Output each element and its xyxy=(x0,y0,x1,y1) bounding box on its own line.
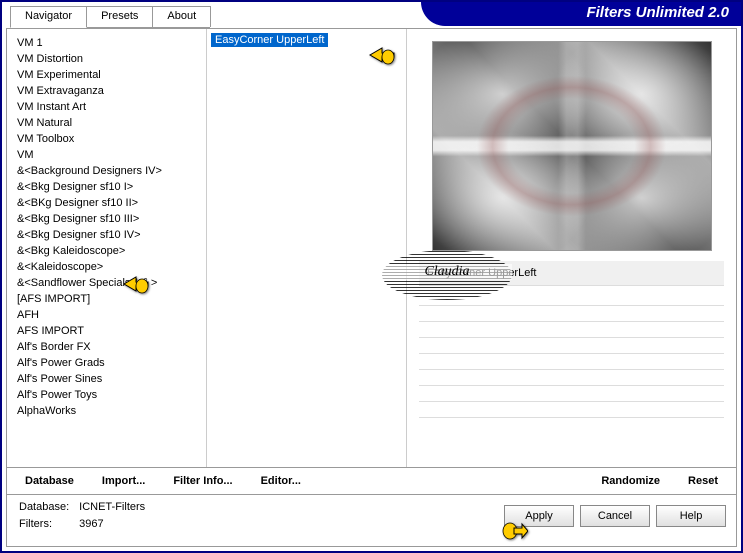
navigator-item[interactable]: &<Bkg Designer sf10 IV> xyxy=(9,227,204,243)
cancel-button[interactable]: Cancel xyxy=(580,505,650,527)
navigator-item[interactable]: &<BKg Designer sf10 II> xyxy=(9,195,204,211)
db-value: ICNET-Filters xyxy=(79,500,145,515)
param-row xyxy=(419,338,724,354)
navigator-item[interactable]: VM Instant Art xyxy=(9,99,204,115)
param-row xyxy=(419,322,724,338)
param-row xyxy=(419,354,724,370)
import-button[interactable]: Import... xyxy=(92,471,155,491)
filter-item[interactable]: EasyCorner UpperLeft xyxy=(211,33,328,47)
preview-image xyxy=(432,41,712,251)
navigator-item[interactable]: Alf's Power Grads xyxy=(9,355,204,371)
navigator-item[interactable]: AFS IMPORT xyxy=(9,323,204,339)
navigator-item[interactable]: VM Experimental xyxy=(9,67,204,83)
tab-navigator[interactable]: Navigator xyxy=(10,6,87,28)
reset-button[interactable]: Reset xyxy=(678,471,728,491)
navigator-list[interactable]: VM 1VM DistortionVM ExperimentalVM Extra… xyxy=(7,29,207,467)
filters-label: Filters: xyxy=(19,517,77,532)
navigator-item[interactable]: &<Sandflower Specials °v° > xyxy=(9,275,204,291)
navigator-item[interactable]: VM Natural xyxy=(9,115,204,131)
database-button[interactable]: Database xyxy=(15,471,84,491)
navigator-item[interactable]: VM Extravaganza xyxy=(9,83,204,99)
navigator-item[interactable]: Alf's Power Sines xyxy=(9,371,204,387)
param-row xyxy=(419,402,724,418)
db-label: Database: xyxy=(19,500,77,515)
content-area: VM 1VM DistortionVM ExperimentalVM Extra… xyxy=(6,28,737,547)
param-row xyxy=(419,386,724,402)
footer: Database:ICNET-Filters Filters:3967 Appl… xyxy=(7,495,736,537)
tab-bar: NavigatorPresetsAbout xyxy=(10,6,210,28)
navigator-item[interactable]: &<Bkg Designer sf10 III> xyxy=(9,211,204,227)
filter-info-button[interactable]: Filter Info... xyxy=(163,471,242,491)
navigator-item[interactable]: Alf's Border FX xyxy=(9,339,204,355)
filter-list[interactable]: EasyCorner UpperLeft xyxy=(207,29,407,467)
tab-about[interactable]: About xyxy=(152,6,211,27)
navigator-item[interactable]: [AFS IMPORT] xyxy=(9,291,204,307)
param-row xyxy=(419,290,724,306)
current-filter-name: EasyCorner UpperLeft xyxy=(419,261,724,286)
navigator-item[interactable]: AFH xyxy=(9,307,204,323)
editor-button[interactable]: Editor... xyxy=(251,471,311,491)
navigator-item[interactable]: VM xyxy=(9,147,204,163)
tab-presets[interactable]: Presets xyxy=(86,6,153,27)
preview-area: EasyCorner UpperLeft xyxy=(407,29,736,467)
navigator-item[interactable]: VM Distortion xyxy=(9,51,204,67)
footer-info: Database:ICNET-Filters Filters:3967 xyxy=(17,498,147,534)
main-area: VM 1VM DistortionVM ExperimentalVM Extra… xyxy=(7,29,736,467)
navigator-item[interactable]: VM 1 xyxy=(9,35,204,51)
navigator-item[interactable]: &<Bkg Designer sf10 I> xyxy=(9,179,204,195)
header: Filters Unlimited 2.0 NavigatorPresetsAb… xyxy=(2,2,741,26)
footer-buttons: Apply Cancel Help xyxy=(504,505,726,527)
navigator-item[interactable]: VM Toolbox xyxy=(9,131,204,147)
navigator-item[interactable]: &<Kaleidoscope> xyxy=(9,259,204,275)
navigator-item[interactable]: AlphaWorks xyxy=(9,403,204,419)
app-title: Filters Unlimited 2.0 xyxy=(586,4,729,21)
navigator-item[interactable]: &<Background Designers IV> xyxy=(9,163,204,179)
apply-button[interactable]: Apply xyxy=(504,505,574,527)
param-row xyxy=(419,370,724,386)
navigator-item[interactable]: &<Bkg Kaleidoscope> xyxy=(9,243,204,259)
parameter-rows xyxy=(419,290,724,418)
help-button[interactable]: Help xyxy=(656,505,726,527)
param-row xyxy=(419,306,724,322)
filters-value: 3967 xyxy=(79,517,145,532)
navigator-item[interactable]: Alf's Power Toys xyxy=(9,387,204,403)
toolbar: Database Import... Filter Info... Editor… xyxy=(7,467,736,495)
randomize-button[interactable]: Randomize xyxy=(591,471,670,491)
